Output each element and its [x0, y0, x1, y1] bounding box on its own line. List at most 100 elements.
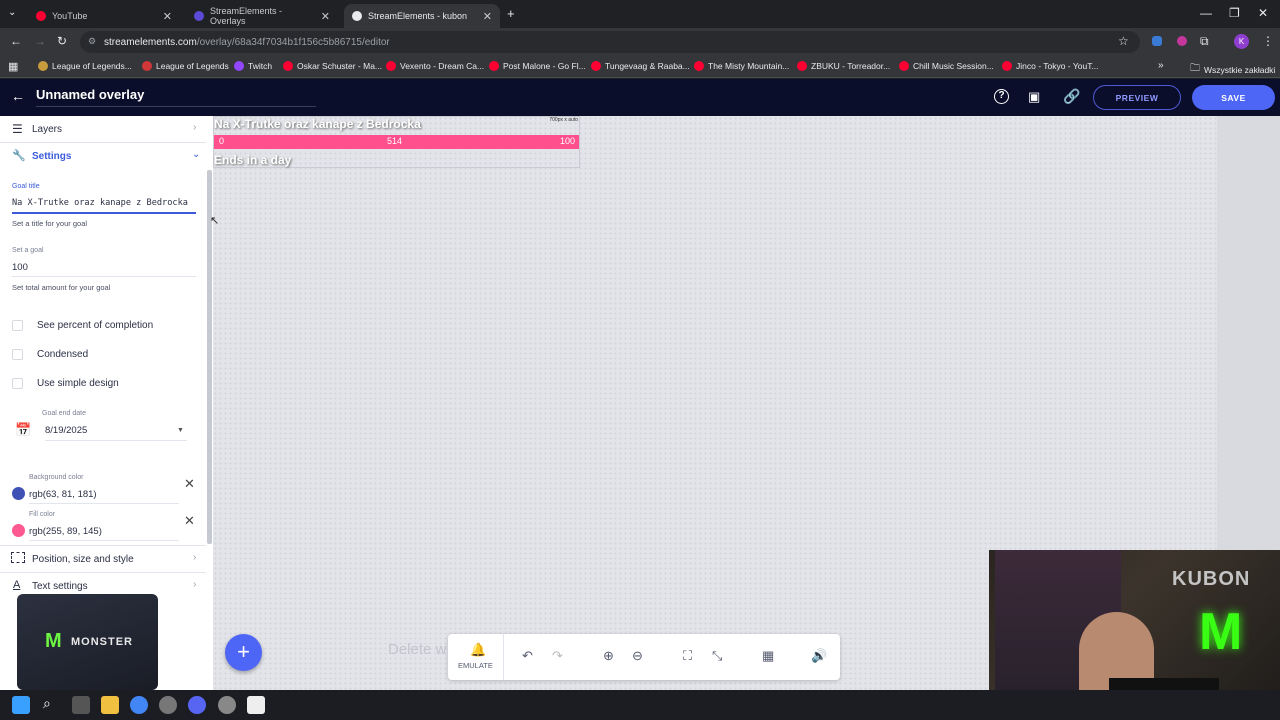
dropdown-arrow-icon[interactable]: ▼ [177, 427, 184, 434]
chevron-right-icon: › [193, 122, 197, 133]
all-bookmarks[interactable]: 🗀 Wszystkie zakładki [1190, 61, 1275, 78]
extension-icon[interactable] [1177, 36, 1187, 46]
windows-taskbar: ⌕ [0, 690, 1280, 720]
music-app-icon[interactable] [159, 696, 177, 714]
tab-search-icon[interactable]: ⌄ [8, 7, 16, 18]
bookmark-item[interactable]: Jinco - Tokyo - YouT... [1002, 61, 1099, 71]
bookmark-star-icon[interactable]: ☆ [1118, 34, 1129, 48]
extension-icon[interactable] [1152, 36, 1162, 46]
background-color-input[interactable]: rgb(63, 81, 181) [29, 489, 179, 504]
more-bookmarks-icon[interactable]: » [1158, 60, 1164, 71]
bookmarks-bar: ▦ League of Legends... League of Legends… [0, 56, 1280, 78]
position-size-style-section[interactable]: Position, size and style › [0, 546, 206, 572]
link-icon[interactable]: 🔗 [1063, 88, 1080, 105]
reload-icon[interactable]: ↻ [57, 34, 67, 48]
url-field[interactable]: ⚙ streamelements.com/overlay/68a34f7034b… [80, 31, 1140, 53]
canvas-side-strip [1217, 116, 1280, 550]
clear-fill-icon[interactable]: ✕ [184, 513, 195, 529]
discord-icon[interactable] [188, 696, 206, 714]
goal-title-input[interactable]: Na X-Trutke oraz kanape z Bedrocka [12, 198, 196, 214]
site-info-icon[interactable]: ⚙ [88, 36, 96, 47]
goal-progress-bar: 0 514 100 [214, 135, 579, 149]
file-explorer-icon[interactable] [101, 696, 119, 714]
app-icon[interactable] [218, 696, 236, 714]
fullscreen-icon[interactable]: ⛶ [683, 648, 692, 664]
address-bar-row: ← → ↻ ⚙ streamelements.com/overlay/68a34… [0, 28, 1280, 56]
fit-screen-icon[interactable]: ⤡ [712, 648, 722, 664]
tab-overlays[interactable]: StreamElements - Overlays ✕ [186, 4, 338, 28]
fill-color-input[interactable]: rgb(255, 89, 145) [29, 526, 179, 541]
zoom-out-icon[interactable]: ⊖ [632, 648, 643, 664]
condensed-checkbox[interactable] [12, 349, 23, 360]
goal-amount-input[interactable]: 100 [12, 262, 196, 277]
calendar-icon[interactable]: 📅 [15, 422, 31, 438]
youtube-icon [694, 61, 704, 71]
bookmark-item[interactable]: Post Malone - Go Fl... [489, 61, 586, 71]
overlay-title[interactable]: Unnamed overlay [36, 87, 316, 107]
browser-tab-bar: ⌄ YouTube ✕ StreamElements - Overlays ✕ … [0, 0, 1280, 28]
layers-icon: ☰ [12, 122, 23, 136]
profile-avatar[interactable]: K [1234, 34, 1249, 49]
app-icon[interactable] [247, 696, 265, 714]
restore-icon[interactable]: ❐ [1229, 6, 1240, 20]
bookmark-item[interactable]: League of Legends... [38, 61, 132, 71]
lol-icon [142, 61, 152, 71]
close-tab-icon[interactable]: ✕ [321, 10, 330, 23]
bookmark-item[interactable]: The Misty Mountain... [694, 61, 789, 71]
youtube-icon [283, 61, 293, 71]
bookmark-item[interactable]: Oskar Schuster - Ma... [283, 61, 382, 71]
forward-icon[interactable]: → [34, 34, 46, 48]
bookmark-item[interactable]: Chill Music Session... [899, 61, 994, 71]
monster-neon-icon: M [1199, 603, 1243, 661]
streamelements-icon [352, 11, 362, 21]
fill-color-swatch[interactable] [12, 524, 25, 537]
save-button[interactable]: SAVE [1192, 85, 1275, 110]
back-icon[interactable]: ← [10, 34, 22, 48]
preview-button[interactable]: PREVIEW [1093, 85, 1181, 110]
bookmark-item[interactable]: Vexento - Dream Ca... [386, 61, 484, 71]
redo-icon[interactable]: ↷ [552, 648, 563, 664]
settings-section[interactable]: 🔧 Settings ⌄ [0, 143, 206, 169]
emulate-button[interactable]: 🔔 EMULATE [448, 634, 504, 680]
text-icon: A [13, 579, 21, 591]
tab-youtube[interactable]: YouTube ✕ [28, 4, 180, 28]
windows-start-icon[interactable] [12, 696, 30, 714]
chevron-down-icon: ⌄ [192, 149, 201, 160]
apps-grid-icon[interactable]: ▦ [8, 60, 18, 73]
add-widget-button[interactable]: + [225, 634, 262, 671]
editor-toolbar: 🔔 EMULATE ↶ ↷ ⊕ ⊖ ⛶ ⤡ ▦ 🔊 [448, 634, 840, 680]
zoom-in-icon[interactable]: ⊕ [603, 648, 614, 664]
close-window-icon[interactable]: ✕ [1258, 6, 1268, 20]
screen-icon[interactable]: ▣ [1028, 89, 1040, 105]
background-color-swatch[interactable] [12, 487, 25, 500]
widget-ends-text: Ends in a day [214, 153, 292, 167]
bookmark-item[interactable]: Tungevaag & Raaba... [591, 61, 690, 71]
help-icon[interactable]: ? [994, 89, 1009, 104]
extensions-puzzle-icon[interactable]: ⧉ [1200, 34, 1209, 49]
close-tab-icon[interactable]: ✕ [483, 10, 492, 23]
minimize-icon[interactable]: — [1200, 6, 1212, 20]
layers-section[interactable]: ☰ Layers › [0, 116, 206, 142]
back-arrow-icon[interactable]: ← [11, 88, 25, 104]
close-tab-icon[interactable]: ✕ [163, 10, 172, 23]
menu-kebab-icon[interactable]: ⋮ [1262, 34, 1274, 48]
mouse-cursor-icon: ↖ [210, 215, 220, 227]
goal-end-date-input[interactable]: 8/19/2025 [45, 425, 187, 441]
twitch-icon [234, 61, 244, 71]
search-icon[interactable]: ⌕ [43, 695, 51, 712]
bookmark-item[interactable]: League of Legends [142, 61, 229, 71]
task-view-icon[interactable] [72, 696, 90, 714]
undo-icon[interactable]: ↶ [522, 648, 533, 664]
volume-icon[interactable]: 🔊 [811, 648, 827, 664]
chrome-icon[interactable] [130, 696, 148, 714]
folder-icon: 🗀 [1190, 63, 1200, 74]
bookmark-item[interactable]: Twitch [234, 61, 272, 71]
goal-widget[interactable]: 700px x auto Na X-Trutke oraz kanape z B… [213, 116, 580, 168]
bookmark-item[interactable]: ZBUKU - Torreador... [797, 61, 890, 71]
clear-background-icon[interactable]: ✕ [184, 476, 195, 492]
tab-kubon[interactable]: StreamElements - kubon ✕ [344, 4, 500, 28]
percent-checkbox[interactable] [12, 320, 23, 331]
new-tab-icon[interactable]: + [507, 6, 515, 21]
simple-design-checkbox[interactable] [12, 378, 23, 389]
grid-icon[interactable]: ▦ [762, 648, 774, 664]
